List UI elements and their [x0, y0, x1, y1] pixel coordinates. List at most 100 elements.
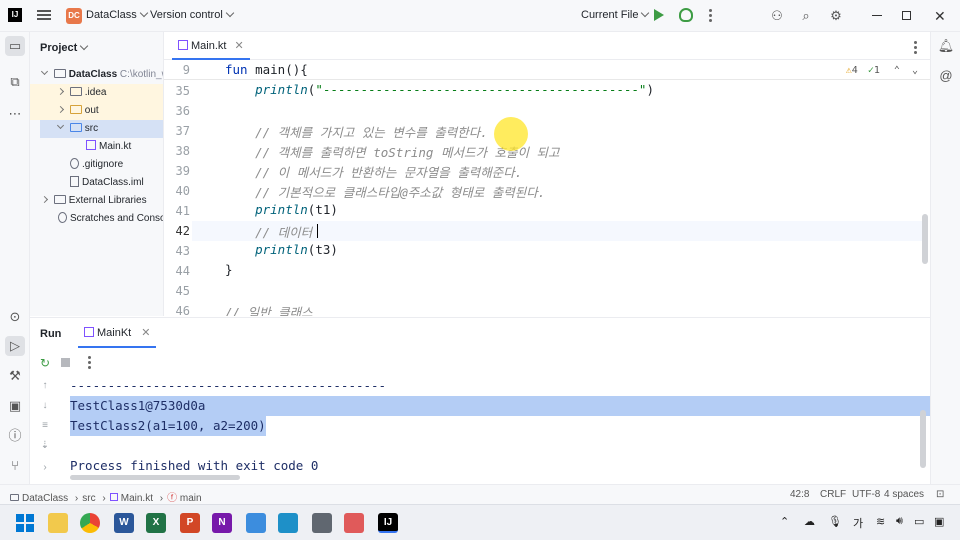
ime-indicator[interactable]: 가	[853, 515, 863, 531]
breadcrumb-item[interactable]: DataClass	[22, 493, 68, 504]
editor-scrollbar[interactable]	[922, 214, 928, 264]
tree-item-idea[interactable]: .idea	[30, 84, 163, 102]
tree-item-root[interactable]: DataClass C:\kotlin_w	[30, 66, 163, 84]
folder-icon[interactable]: ▭	[5, 36, 25, 56]
problems-icon[interactable]: ⓘ	[5, 426, 25, 446]
rerun-icon[interactable]: ↻	[40, 356, 50, 370]
chevron-down-icon[interactable]: ⌄	[912, 65, 918, 76]
inspection-widget[interactable]: ⚠4 ✓1 ⌃ ⌄	[846, 65, 918, 76]
lock-icon[interactable]: ⊡	[936, 489, 944, 500]
line-number: 41	[175, 204, 190, 218]
file-encoding[interactable]: UTF-8	[852, 489, 880, 500]
close-icon[interactable]: ✕	[934, 8, 946, 25]
minimize-icon[interactable]	[872, 15, 882, 16]
calculator-icon[interactable]	[312, 513, 332, 533]
notifications-icon[interactable]: 🔔︎	[936, 36, 956, 56]
line-separator[interactable]: CRLF	[820, 489, 846, 500]
chevron-up-icon[interactable]: ⌃	[780, 515, 789, 528]
microphone-icon[interactable]: 🎙︎	[828, 515, 842, 528]
close-icon[interactable]: ✕	[234, 40, 243, 52]
scroll-down-icon[interactable]: ↓	[38, 400, 52, 411]
run-config-selector[interactable]: Current File	[581, 8, 650, 21]
code-editor[interactable]: 35 println("----------------------------…	[164, 60, 930, 316]
chrome-icon[interactable]	[80, 513, 100, 533]
close-icon[interactable]: ✕	[141, 327, 150, 339]
chevron-down-icon	[139, 8, 148, 18]
chevron-down-icon	[641, 8, 650, 18]
breadcrumb-item[interactable]: Main.kt	[121, 493, 153, 504]
gear-icon[interactable]: ⚙	[828, 8, 844, 24]
tab-mainkt[interactable]: MainKt ✕	[78, 322, 157, 348]
indent-setting[interactable]: 4 spaces	[884, 489, 924, 500]
run-panel: Run MainKt ✕ ↻ ↑ ↓ ≡ ⇣ › ----------------…	[30, 317, 930, 484]
console-scrollbar[interactable]	[920, 410, 926, 468]
battery-icon[interactable]: ▭	[914, 515, 924, 528]
stop-icon[interactable]	[61, 358, 70, 367]
breadcrumb-item[interactable]: main	[180, 493, 202, 504]
chevron-down-icon	[80, 41, 89, 51]
volume-icon[interactable]: 🔊︎	[896, 515, 903, 528]
terminal-icon[interactable]: ▣	[5, 396, 25, 416]
ai-assistant-icon[interactable]: @	[936, 66, 956, 86]
console-output[interactable]: ----------------------------------------…	[70, 376, 930, 476]
debug-icon[interactable]	[679, 8, 693, 22]
line-number: 38	[175, 144, 190, 158]
git-icon[interactable]: ⑂	[5, 456, 25, 476]
caret-position[interactable]: 42:8	[790, 489, 809, 500]
kotlin-file-icon	[109, 493, 118, 502]
project-badge[interactable]: DC	[66, 8, 82, 24]
app-icon[interactable]	[246, 513, 266, 533]
tree-item-external-libraries[interactable]: External Libraries	[30, 192, 163, 210]
tree-item-iml[interactable]: DataClass.iml	[30, 174, 163, 192]
more-actions-icon[interactable]	[88, 356, 92, 371]
soft-wrap-icon[interactable]: ≡	[38, 420, 52, 431]
scroll-up-icon[interactable]: ↑	[38, 380, 52, 391]
code-line-35: println("-------------------------------…	[255, 82, 654, 97]
more-tools-icon[interactable]: ⋯	[5, 104, 25, 124]
project-switcher[interactable]: DataClass	[86, 8, 148, 21]
windows-start-icon[interactable]	[15, 513, 35, 533]
search-icon[interactable]: ⌕	[798, 8, 814, 24]
tree-item-gitignore[interactable]: .gitignore	[30, 156, 163, 174]
tab-main-kt[interactable]: Main.kt ✕	[172, 32, 250, 60]
main-menu-icon[interactable]	[36, 8, 52, 24]
structure-icon[interactable]: ⧉	[5, 72, 25, 92]
tree-item-src[interactable]: src	[40, 120, 163, 138]
tab-actions-icon[interactable]	[914, 41, 918, 56]
folder-icon	[10, 493, 19, 501]
intellij-logo-icon: IJ	[8, 8, 22, 22]
project-panel-header[interactable]: Project	[40, 41, 89, 54]
intellij-taskbar-icon[interactable]: IJ	[378, 513, 398, 533]
ok-count: 1	[873, 65, 880, 76]
powerpoint-icon[interactable]: P	[180, 513, 200, 533]
tree-item-main-kt[interactable]: Main.kt	[30, 138, 163, 156]
sticky-header[interactable]: 9 fun main(){ ⚠4 ✓1 ⌃ ⌄	[164, 60, 930, 80]
word-icon[interactable]: W	[114, 513, 134, 533]
chevron-right-icon[interactable]: ›	[38, 462, 52, 473]
console-hscrollbar[interactable]	[70, 475, 240, 480]
onenote-icon[interactable]: N	[212, 513, 232, 533]
tree-item-out[interactable]: out	[30, 102, 163, 120]
chevron-right-icon	[40, 195, 49, 204]
scroll-to-end-icon[interactable]: ⇣	[38, 440, 52, 451]
build-icon[interactable]: ⚒	[5, 366, 25, 386]
chevron-up-icon[interactable]: ⌃	[894, 65, 900, 76]
excel-icon[interactable]: X	[146, 513, 166, 533]
tree-item-scratches[interactable]: Scratches and Consoles	[30, 210, 163, 228]
run-icon[interactable]	[654, 9, 664, 21]
version-control-menu[interactable]: Version control	[150, 8, 235, 21]
services-icon[interactable]: ⊙	[5, 307, 25, 327]
breadcrumb-item[interactable]: src	[82, 493, 95, 504]
notification-center-icon[interactable]: ▣	[934, 515, 944, 528]
snipping-tool-icon[interactable]	[344, 513, 364, 533]
run-tool-icon[interactable]: ▷	[5, 336, 25, 356]
notes-app-icon[interactable]	[278, 513, 298, 533]
text-caret	[317, 224, 318, 238]
cloud-icon[interactable]: ☁	[804, 515, 815, 528]
maximize-icon[interactable]	[902, 11, 911, 20]
wifi-icon[interactable]: ≋	[876, 515, 885, 528]
more-actions-icon[interactable]	[709, 9, 713, 24]
add-user-icon[interactable]: ⚇	[769, 8, 785, 24]
chevron-down-icon	[56, 121, 65, 130]
file-explorer-icon[interactable]	[48, 513, 68, 533]
